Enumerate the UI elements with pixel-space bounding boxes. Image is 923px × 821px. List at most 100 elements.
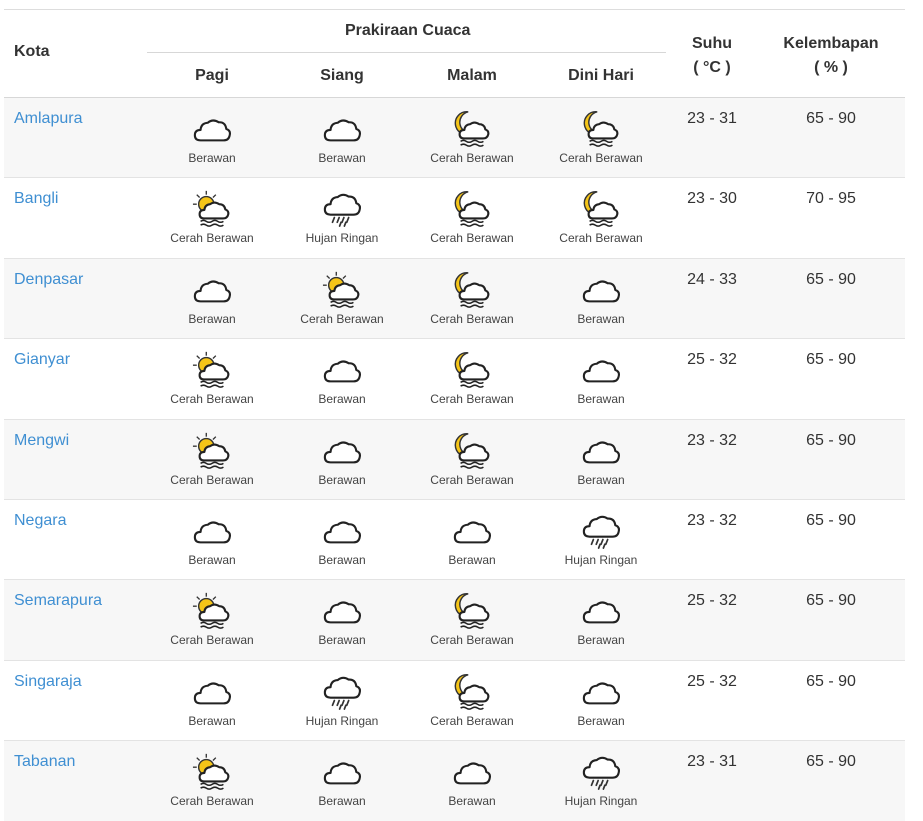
- forecast-label: Berawan: [448, 794, 496, 809]
- cloudy-icon: [147, 108, 277, 148]
- humidity-range: 65 - 90: [806, 753, 856, 771]
- forecast-label: Hujan Ringan: [564, 794, 638, 809]
- forecast-cell-dini-hari: Cerah Berawan: [536, 188, 666, 245]
- temperature-range: 23 - 31: [687, 753, 737, 771]
- light-rain-icon: [536, 510, 666, 550]
- table-row: Tabanan Cerah Berawan Berawan Berawan Hujan …: [4, 741, 905, 821]
- forecast-label: Berawan: [318, 633, 366, 648]
- forecast-label: Cerah Berawan: [559, 231, 643, 246]
- forecast-cell-dini-hari: Berawan: [536, 590, 666, 647]
- forecast-cell-malam: Cerah Berawan: [407, 269, 537, 326]
- forecast-label: Berawan: [188, 151, 236, 165]
- forecast-cell-malam: Cerah Berawan: [407, 590, 537, 647]
- forecast-label: Berawan: [188, 552, 236, 567]
- cloudy-icon: [277, 751, 407, 791]
- forecast-label: Berawan: [318, 794, 366, 809]
- forecast-cell-dini-hari: Berawan: [536, 349, 666, 406]
- city-link[interactable]: Semarapura: [14, 592, 102, 610]
- table-row: Mengwi Cerah Berawan Berawan Cerah Berawan B…: [4, 419, 905, 500]
- partly-cloudy-day-icon: [147, 188, 277, 228]
- forecast-cell-dini-hari: Berawan: [536, 269, 666, 326]
- forecast-label: Berawan: [577, 392, 625, 407]
- partly-cloudy-night-icon: [407, 269, 537, 309]
- partly-cloudy-night-icon: [407, 108, 537, 148]
- header-prakiraan-cuaca: Prakiraan Cuaca: [345, 22, 471, 39]
- table-body: Amlapura Berawan Berawan Cerah Berawan Cerah…: [4, 98, 905, 821]
- forecast-label: Cerah Berawan: [430, 151, 514, 165]
- temperature-range: 25 - 32: [687, 351, 737, 369]
- header-dini-hari: Dini Hari: [568, 67, 634, 84]
- forecast-cell-pagi: Cerah Berawan: [147, 349, 277, 406]
- humidity-range: 65 - 90: [806, 351, 856, 369]
- partly-cloudy-night-icon: [407, 188, 537, 228]
- humidity-range: 65 - 90: [806, 431, 856, 449]
- cloudy-icon: [147, 269, 277, 309]
- humidity-range: 65 - 90: [806, 511, 856, 529]
- cloudy-icon: [277, 430, 407, 470]
- forecast-cell-malam: Cerah Berawan: [407, 671, 537, 728]
- partly-cloudy-night-icon: [407, 349, 537, 389]
- cloudy-icon: [147, 671, 277, 711]
- forecast-cell-siang: Berawan: [277, 751, 407, 808]
- cloudy-icon: [536, 349, 666, 389]
- city-link[interactable]: Tabanan: [14, 753, 75, 771]
- weather-forecast-table: Kota Prakiraan Cuaca Pagi Siang Malam Di…: [4, 9, 905, 821]
- forecast-label: Cerah Berawan: [170, 231, 254, 246]
- forecast-label: Berawan: [318, 392, 366, 407]
- forecast-label: Berawan: [577, 633, 625, 648]
- table-header: Kota Prakiraan Cuaca Pagi Siang Malam Di…: [4, 9, 905, 98]
- forecast-cell-malam: Cerah Berawan: [407, 349, 537, 406]
- forecast-cell-pagi: Berawan: [147, 510, 277, 567]
- light-rain-icon: [277, 188, 407, 228]
- city-link[interactable]: Amlapura: [14, 110, 82, 128]
- light-rain-icon: [277, 671, 407, 711]
- city-link[interactable]: Gianyar: [14, 351, 70, 369]
- cloudy-icon: [277, 349, 407, 389]
- forecast-label: Cerah Berawan: [170, 472, 254, 487]
- city-link[interactable]: Singaraja: [14, 673, 82, 691]
- partly-cloudy-night-icon: [536, 108, 666, 148]
- temperature-range: 23 - 32: [687, 431, 737, 449]
- partly-cloudy-night-icon: [407, 430, 537, 470]
- cloudy-icon: [536, 430, 666, 470]
- forecast-label: Berawan: [318, 151, 366, 165]
- table-row: Bangli Cerah Berawan Hujan Ringan Cerah Ber…: [4, 178, 905, 259]
- cloudy-icon: [536, 269, 666, 309]
- city-link[interactable]: Mengwi: [14, 432, 69, 450]
- city-link[interactable]: Bangli: [14, 190, 58, 208]
- forecast-label: Cerah Berawan: [430, 713, 514, 728]
- cloudy-icon: [407, 510, 537, 550]
- header-divider: [147, 52, 666, 53]
- city-link[interactable]: Negara: [14, 512, 66, 530]
- table-row: Amlapura Berawan Berawan Cerah Berawan Cerah…: [4, 98, 905, 179]
- forecast-cell-pagi: Berawan: [147, 108, 277, 165]
- partly-cloudy-day-icon: [147, 751, 277, 791]
- forecast-label: Hujan Ringan: [305, 713, 379, 728]
- forecast-cell-malam: Berawan: [407, 510, 537, 567]
- temperature-range: 25 - 32: [687, 672, 737, 690]
- forecast-cell-malam: Cerah Berawan: [407, 430, 537, 487]
- table-row: Singaraja Berawan Hujan Ringan Cerah Berawa…: [4, 661, 905, 742]
- temperature-range: 24 - 33: [687, 270, 737, 288]
- forecast-label: Berawan: [577, 472, 625, 487]
- cloudy-icon: [147, 510, 277, 550]
- city-link[interactable]: Denpasar: [14, 271, 83, 289]
- forecast-label: Hujan Ringan: [564, 552, 638, 567]
- partly-cloudy-day-icon: [277, 269, 407, 309]
- forecast-label: Berawan: [318, 472, 366, 487]
- header-siang: Siang: [320, 67, 364, 84]
- table-row: Gianyar Cerah Berawan Berawan Cerah Berawan…: [4, 339, 905, 420]
- forecast-cell-pagi: Cerah Berawan: [147, 590, 277, 647]
- forecast-label: Berawan: [188, 713, 236, 728]
- partly-cloudy-night-icon: [536, 188, 666, 228]
- forecast-cell-dini-hari: Hujan Ringan: [536, 510, 666, 567]
- forecast-label: Berawan: [188, 311, 236, 326]
- temperature-range: 23 - 32: [687, 511, 737, 529]
- forecast-cell-pagi: Cerah Berawan: [147, 430, 277, 487]
- header-malam: Malam: [447, 67, 497, 84]
- forecast-cell-dini-hari: Cerah Berawan: [536, 108, 666, 165]
- forecast-cell-pagi: Cerah Berawan: [147, 751, 277, 808]
- partly-cloudy-day-icon: [147, 349, 277, 389]
- forecast-cell-siang: Berawan: [277, 349, 407, 406]
- humidity-range: 65 - 90: [806, 592, 856, 610]
